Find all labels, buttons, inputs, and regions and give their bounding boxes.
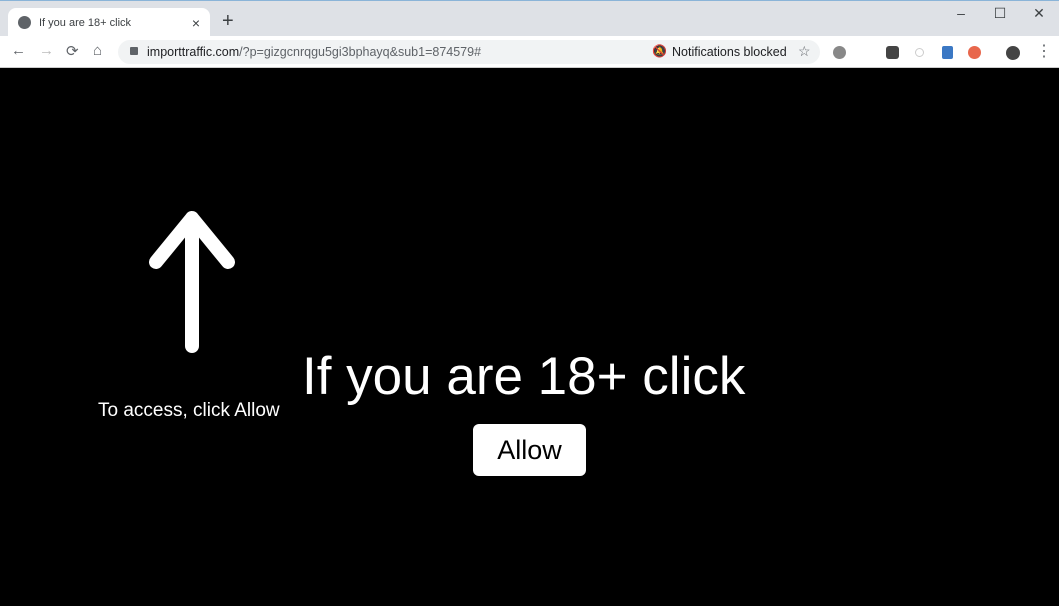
back-button[interactable]: ← [11, 42, 26, 59]
document-extension-icon[interactable] [942, 46, 953, 59]
url-text[interactable]: importtraffic.com/?p=gizgcnrqgu5gi3bphay… [147, 45, 481, 59]
red-extension-icon[interactable] [968, 46, 981, 59]
forward-button[interactable]: → [39, 42, 54, 59]
headline: If you are 18+ click [302, 347, 746, 406]
menu-icon[interactable]: ⋮ [1036, 41, 1052, 61]
bookmark-star-icon[interactable]: ☆ [798, 43, 811, 60]
globe-icon [18, 16, 31, 29]
up-arrow-icon [149, 211, 235, 353]
access-instruction: To access, click Allow [98, 400, 280, 421]
url-host: importtraffic.com [147, 45, 240, 59]
notifications-blocked-text[interactable]: Notifications blocked [672, 45, 787, 59]
music-extension-icon[interactable] [886, 46, 899, 59]
lock-icon [130, 47, 138, 55]
new-tab-button[interactable]: + [222, 10, 234, 33]
close-window-button[interactable]: ✕ [1024, 5, 1054, 22]
tab-title: If you are 18+ click [39, 16, 132, 29]
url-path: /?p=gizgcnrqgu5gi3bphayq&sub1=874579# [239, 45, 482, 59]
allow-button[interactable]: Allow [473, 424, 586, 476]
maximize-button[interactable]: ☐ [985, 5, 1015, 22]
profile-avatar-icon[interactable] [1006, 46, 1020, 60]
minimize-button[interactable]: – [946, 5, 976, 21]
reload-button[interactable]: ⟳ [66, 42, 79, 60]
tab-close-button[interactable]: × [192, 15, 200, 31]
toolbar: ← → ⟳ ⌂ importtraffic.com/?p=gizgcnrqgu5… [0, 36, 1059, 68]
search-extension-icon[interactable] [915, 48, 924, 57]
address-bar[interactable]: importtraffic.com/?p=gizgcnrqgu5gi3bphay… [118, 40, 820, 64]
title-bar: If you are 18+ click × + – ☐ ✕ [0, 0, 1059, 37]
page-content: To access, click Allow If you are 18+ cl… [0, 68, 1059, 606]
extension-icon-g[interactable] [833, 46, 846, 59]
home-button[interactable]: ⌂ [93, 42, 102, 59]
bell-off-icon[interactable]: 🔕 [652, 44, 667, 58]
tab-active[interactable]: If you are 18+ click × [8, 8, 210, 37]
